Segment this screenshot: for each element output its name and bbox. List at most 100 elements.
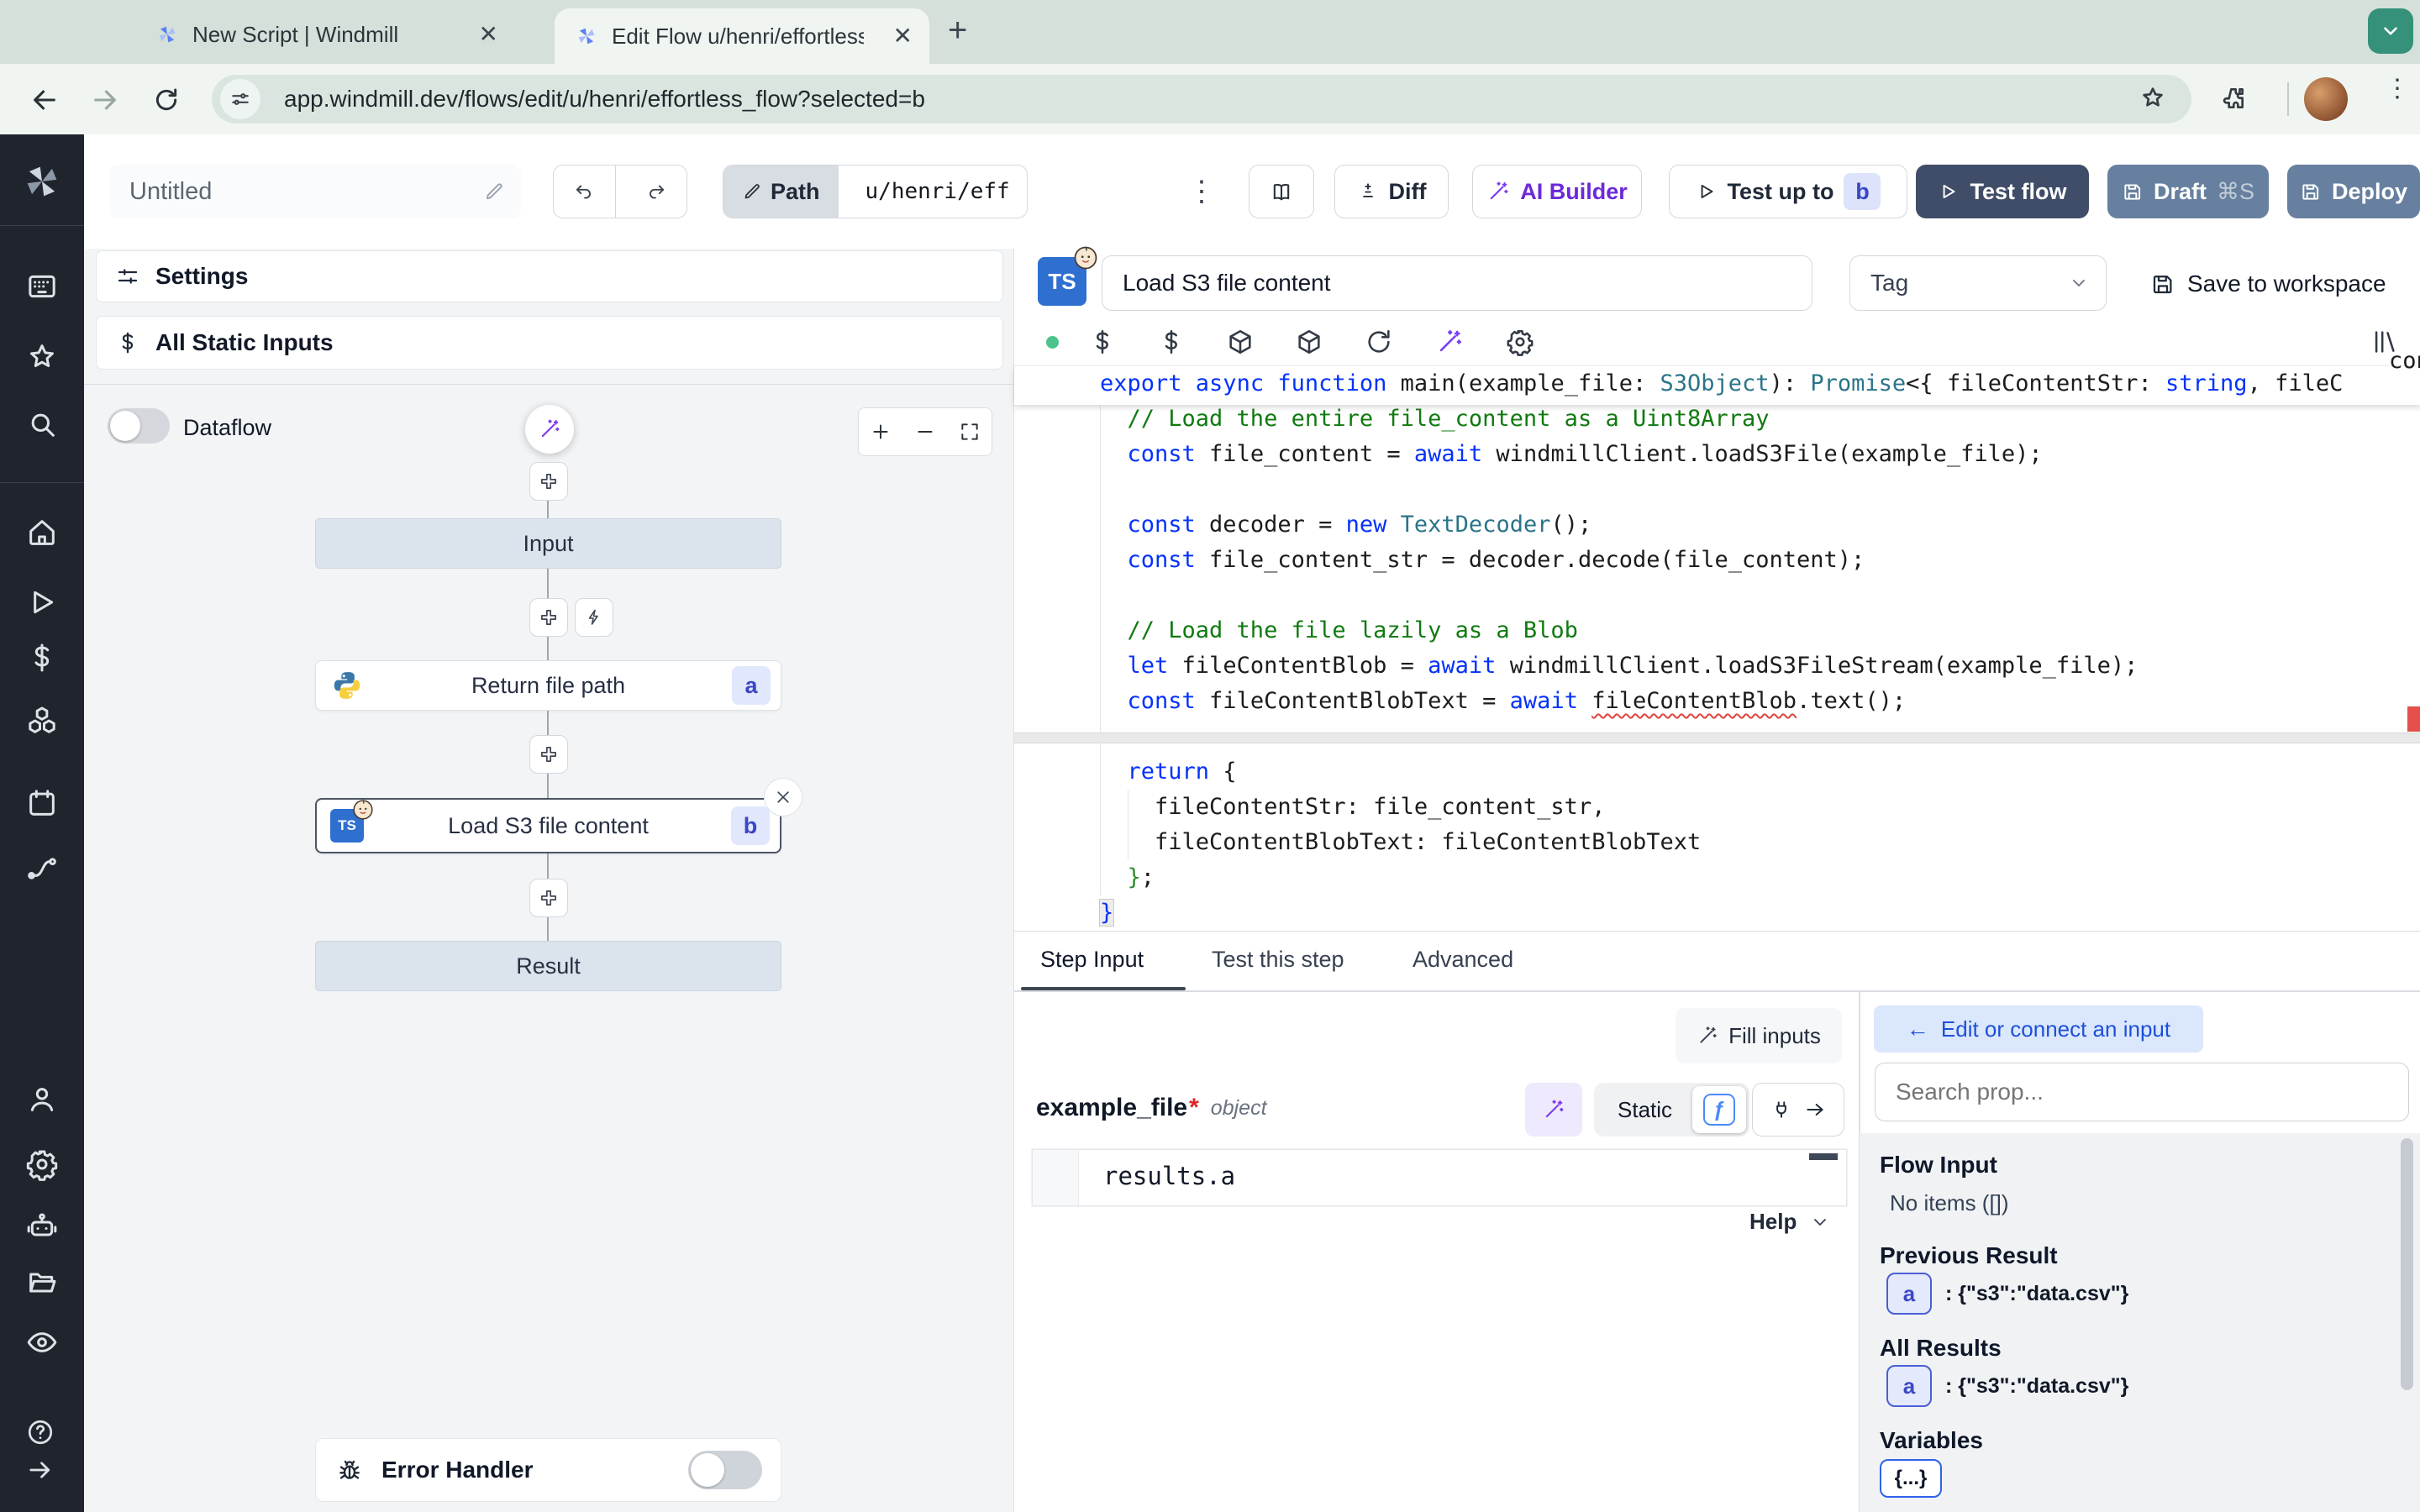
editor-scroll-mark bbox=[1809, 1153, 1838, 1160]
browser-green-dropdown-button[interactable] bbox=[2368, 8, 2413, 54]
ai-builder-button[interactable]: AI Builder bbox=[1472, 165, 1642, 218]
result-key-badge[interactable]: a bbox=[1886, 1365, 1932, 1407]
add-step-button[interactable] bbox=[529, 598, 568, 637]
all-static-inputs-button[interactable]: All Static Inputs bbox=[96, 316, 1003, 370]
error-handler-card[interactable]: Error Handler bbox=[315, 1438, 781, 1502]
help-toggle[interactable]: Help bbox=[1749, 1209, 1830, 1235]
flow-result-node[interactable]: Result bbox=[315, 941, 781, 991]
audit-eye-icon[interactable] bbox=[25, 1326, 59, 1359]
browser-tab-active[interactable]: Edit Flow u/henri/effortless_fl ✕ bbox=[555, 8, 929, 64]
step-node-b-selected[interactable]: TS Load S3 file content b bbox=[315, 798, 781, 853]
forward-icon[interactable] bbox=[91, 86, 119, 114]
windmill-logo[interactable] bbox=[20, 160, 64, 203]
editor-settings-gear-icon[interactable] bbox=[1506, 328, 1534, 356]
variables-object-badge[interactable]: {...} bbox=[1880, 1459, 1942, 1498]
deploy-button[interactable]: Deploy bbox=[2287, 165, 2420, 218]
ai-wand-icon[interactable] bbox=[1435, 328, 1464, 356]
step-name-input[interactable] bbox=[1102, 255, 1812, 311]
settings-button[interactable]: Settings bbox=[96, 250, 1003, 302]
tab-step-input[interactable]: Step Input bbox=[1040, 947, 1144, 973]
undo-button[interactable] bbox=[554, 165, 616, 218]
resources-cubes-icon[interactable] bbox=[25, 704, 59, 738]
browser-tab-inactive[interactable]: New Script | Windmill ✕ bbox=[139, 12, 517, 57]
step-node-a[interactable]: Return file path a bbox=[315, 660, 781, 711]
apps-icon[interactable] bbox=[25, 270, 59, 303]
zoom-out-icon[interactable] bbox=[914, 421, 936, 443]
tag-select[interactable]: Tag bbox=[1849, 255, 2107, 311]
delete-step-button[interactable] bbox=[764, 778, 802, 816]
dataflow-toggle[interactable] bbox=[108, 408, 170, 444]
tab-close-icon[interactable]: ✕ bbox=[893, 24, 913, 48]
add-trigger-button[interactable] bbox=[575, 598, 613, 637]
previous-result-row[interactable]: a : {"s3":"data.csv"} bbox=[1886, 1273, 2128, 1315]
all-results-title: All Results bbox=[1880, 1335, 2002, 1362]
connect-input-button[interactable] bbox=[1752, 1083, 1844, 1137]
workers-robot-icon[interactable] bbox=[25, 1210, 59, 1243]
flows-route-icon[interactable] bbox=[25, 852, 59, 885]
settings-gear-icon[interactable] bbox=[25, 1147, 59, 1181]
extensions-icon[interactable] bbox=[2220, 85, 2247, 112]
draft-button[interactable]: Draft ⌘S bbox=[2107, 165, 2269, 218]
scrollbar-thumb[interactable] bbox=[2401, 1138, 2413, 1390]
browser-menu-icon[interactable]: ⋮ bbox=[2385, 84, 2410, 94]
redo-button[interactable] bbox=[626, 165, 687, 218]
all-static-inputs-label: All Static Inputs bbox=[155, 329, 334, 356]
favorites-star-icon[interactable] bbox=[25, 340, 59, 374]
reload-icon[interactable] bbox=[153, 87, 180, 113]
flow-input-node[interactable]: Input bbox=[315, 518, 781, 569]
edit-pencil-icon[interactable] bbox=[483, 181, 505, 202]
bookmark-star-icon[interactable] bbox=[2139, 85, 2166, 112]
new-tab-button[interactable]: + bbox=[948, 12, 967, 50]
zoom-in-icon[interactable] bbox=[870, 421, 892, 443]
save-to-workspace-button[interactable]: Save to workspace bbox=[2150, 260, 2386, 307]
tab-close-icon[interactable]: ✕ bbox=[479, 23, 498, 46]
help-icon[interactable] bbox=[25, 1417, 55, 1447]
contextual-variables-icon[interactable] bbox=[1157, 328, 1186, 356]
address-bar[interactable]: app.windmill.dev/flows/edit/u/henri/effo… bbox=[212, 75, 2191, 123]
user-icon[interactable] bbox=[25, 1083, 59, 1116]
reload-icon[interactable] bbox=[1365, 328, 1393, 356]
error-handler-toggle[interactable] bbox=[688, 1451, 762, 1489]
avatar[interactable] bbox=[2304, 77, 2348, 121]
search-icon[interactable] bbox=[25, 407, 59, 441]
field-ai-button[interactable] bbox=[1525, 1083, 1582, 1137]
package-icon[interactable] bbox=[1226, 328, 1255, 356]
play-icon bbox=[1938, 181, 1960, 202]
test-up-to-button[interactable]: Test up to b bbox=[1669, 165, 1907, 218]
tab-test-this-step[interactable]: Test this step bbox=[1212, 947, 1344, 973]
diff-button[interactable]: Diff bbox=[1334, 165, 1449, 218]
search-prop-input[interactable] bbox=[1875, 1063, 2409, 1121]
home-icon[interactable] bbox=[25, 516, 59, 549]
expression-mode-segment-selected[interactable]: ƒ bbox=[1692, 1086, 1746, 1133]
add-step-button[interactable] bbox=[529, 879, 568, 917]
fit-view-icon[interactable] bbox=[959, 421, 981, 443]
path-button[interactable]: Path u/henri/eff bbox=[723, 165, 1028, 218]
tab-advanced[interactable]: Advanced bbox=[1413, 947, 1513, 973]
back-icon[interactable] bbox=[30, 86, 59, 114]
package-icon[interactable] bbox=[1295, 328, 1323, 356]
path-label-segment[interactable]: Path bbox=[723, 165, 839, 218]
static-mode-segment[interactable]: Static bbox=[1597, 1097, 1692, 1123]
docs-book-button[interactable] bbox=[1249, 165, 1314, 218]
code-editor[interactable]: export async function main(example_file:… bbox=[1014, 366, 2420, 931]
variables-dollar-icon[interactable] bbox=[25, 641, 59, 675]
test-flow-button[interactable]: Test flow bbox=[1916, 165, 2089, 218]
folders-icon[interactable] bbox=[25, 1266, 59, 1299]
expression-editor[interactable]: results.a bbox=[1033, 1150, 1846, 1205]
collapse-arrow-icon[interactable] bbox=[25, 1455, 55, 1485]
result-key-badge[interactable]: a bbox=[1886, 1273, 1932, 1315]
site-settings-icon[interactable] bbox=[220, 79, 260, 119]
runs-play-icon[interactable] bbox=[25, 585, 59, 619]
schedules-calendar-icon[interactable] bbox=[25, 786, 59, 820]
sticky-code-line: export async function main(example_file:… bbox=[1014, 366, 2420, 405]
more-options-kebab-icon[interactable]: ⋮ bbox=[1186, 173, 1217, 210]
fill-inputs-button[interactable]: Fill inputs bbox=[1676, 1008, 1842, 1063]
add-step-button[interactable] bbox=[529, 462, 568, 501]
all-results-row[interactable]: a : {"s3":"data.csv"} bbox=[1886, 1365, 2128, 1407]
test-flow-label: Test flow bbox=[1970, 179, 2066, 205]
add-step-button[interactable] bbox=[529, 735, 568, 774]
variables-dollar-icon[interactable] bbox=[1088, 328, 1117, 356]
flow-name-field[interactable]: Untitled bbox=[109, 165, 521, 218]
ai-flow-button[interactable] bbox=[525, 405, 574, 454]
edit-or-connect-button[interactable]: ← Edit or connect an input bbox=[1874, 1005, 2203, 1053]
